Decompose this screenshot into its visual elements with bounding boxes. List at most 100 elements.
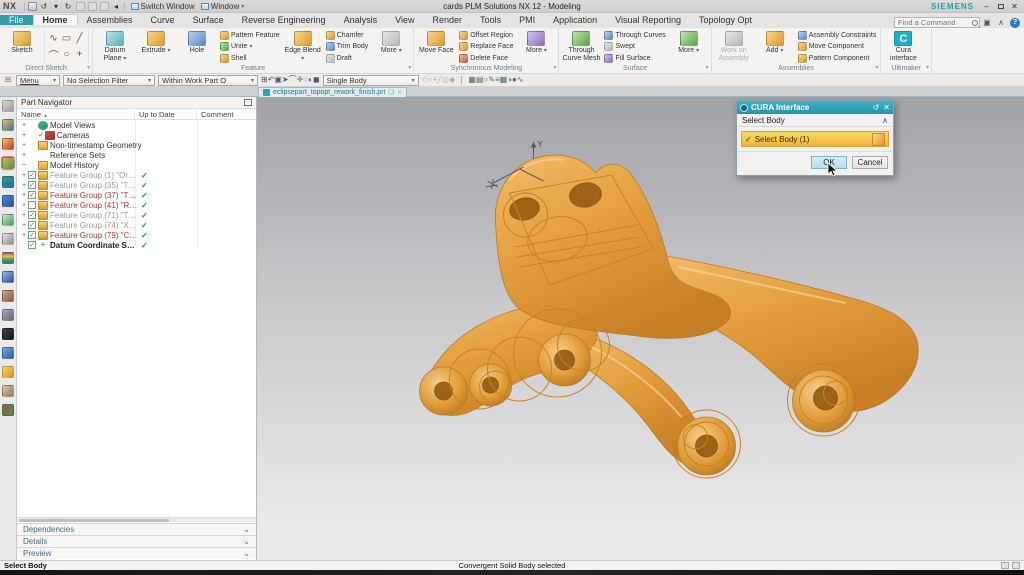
menu-button[interactable]: Menu▾ [16, 75, 60, 86]
column-header-up-to-date[interactable]: Up to Date [135, 110, 197, 119]
machining-wizard-icon[interactable] [2, 290, 14, 302]
tree-row-model-history[interactable]: − Model History [17, 160, 256, 170]
graphics-window[interactable]: Y [257, 97, 1024, 560]
tree-row-feature-group-35[interactable]: + Feature Group (35) "T… ✓ [17, 180, 256, 190]
select-body-section-header[interactable]: Select Body ∧ [737, 114, 893, 127]
constraint-navigator-icon[interactable] [2, 138, 14, 150]
new-selection-window-icon[interactable]: ▣ [274, 75, 282, 84]
expander-icon[interactable]: + [20, 152, 28, 159]
model-body[interactable] [420, 155, 919, 475]
ribbon-tab[interactable]: Tools [471, 15, 510, 25]
image-capture-icon[interactable] [2, 328, 14, 340]
expander-icon[interactable]: + [20, 192, 28, 199]
preview-section[interactable]: Preview ⌄ [17, 547, 256, 559]
ribbon-tab[interactable]: Curve [142, 15, 184, 25]
arc-tool-icon[interactable]: ⌒ [49, 47, 59, 62]
tree-row-reference-sets[interactable]: + Reference Sets [17, 150, 256, 160]
unite-button[interactable]: Unite▾ [218, 42, 282, 52]
repeat-command-icon[interactable]: ◂ [112, 2, 121, 11]
ribbon-tab[interactable]: PMI [510, 15, 544, 25]
document-tab[interactable]: eclipsepart_topopt_rework_finish.prt ❏ ✕ [258, 87, 407, 97]
touch-bar-icon[interactable]: ⊞ [3, 75, 13, 85]
ultimaker-launcher-icon[interactable]: ▾ [926, 64, 929, 73]
copy-icon[interactable] [88, 2, 97, 11]
add-component-button[interactable]: Add ▾ [755, 29, 795, 64]
ribbon-tab[interactable]: File [0, 15, 33, 25]
sketch-curve-icon[interactable] [2, 385, 14, 397]
suppress-checkbox[interactable] [28, 221, 36, 229]
quadrant-snap-icon[interactable]: ◆ [449, 75, 455, 84]
column-header-name[interactable]: Name ▲ [17, 110, 135, 119]
line-tool-icon[interactable]: ╱ [76, 33, 82, 44]
sync-launcher-icon[interactable]: ▾ [553, 64, 556, 73]
chamfer-button[interactable]: Chamfer [324, 30, 371, 40]
tree-row-feature-group-79[interactable]: + Feature Group (79) "C… ✓ [17, 230, 256, 240]
expander-icon[interactable]: + [20, 122, 28, 129]
curve-rule-icon[interactable]: ⌒ [289, 75, 297, 84]
cura-interface-button[interactable]: C Cura interface [883, 29, 923, 64]
cancel-button[interactable]: Cancel [852, 156, 888, 169]
restore-button[interactable] [994, 1, 1007, 12]
menu-bar-display-icon[interactable]: ▦ [468, 75, 476, 84]
details-section[interactable]: Details ⌄ [17, 535, 256, 547]
feature-launcher-icon[interactable]: ▾ [408, 64, 411, 73]
window-menu-button[interactable]: Window ▾ [198, 1, 247, 12]
monitor-icon[interactable] [2, 309, 14, 321]
command-finder-window-icon[interactable]: ▣ [982, 18, 992, 28]
suppress-checkbox[interactable] [28, 171, 36, 179]
sync-more-button[interactable]: More ▾ [516, 29, 556, 64]
close-button[interactable]: ✕ [1008, 1, 1021, 12]
point-tool-icon[interactable]: + [77, 49, 83, 60]
hole-button[interactable]: Hole [177, 29, 217, 64]
shell-button[interactable]: Shell [218, 53, 282, 63]
assemblies-launcher-icon[interactable]: ▾ [875, 64, 878, 73]
suppress-checkbox[interactable] [28, 211, 36, 219]
suppress-checkbox[interactable] [28, 241, 36, 249]
pattern-feature-button[interactable]: Pattern Feature [218, 30, 282, 40]
roles-icon[interactable] [2, 100, 14, 112]
trim-body-button[interactable]: Trim Body [324, 42, 371, 52]
tree-row-feature-group-71[interactable]: + Feature Group (71) "T… ✓ [17, 210, 256, 220]
work-on-assembly-button[interactable]: Work on Assembly [714, 29, 754, 64]
expander-icon[interactable]: + [20, 142, 28, 149]
history-icon[interactable] [2, 233, 14, 245]
ribbon-tab[interactable]: Application [544, 15, 606, 25]
surface-launcher-icon[interactable]: ▾ [706, 64, 709, 73]
help-icon[interactable]: ? [1010, 18, 1020, 28]
brush-icon[interactable]: ✎ [488, 75, 495, 84]
find-command-input[interactable] [894, 17, 980, 28]
expander-icon[interactable]: + [20, 132, 28, 139]
expander-icon[interactable]: − [20, 162, 28, 169]
ribbon-tab[interactable]: Analysis [335, 15, 387, 25]
nx-logo[interactable]: NX [3, 1, 17, 11]
status-icon-1[interactable] [1001, 562, 1009, 569]
dialog-close-icon[interactable]: ✕ [883, 101, 890, 114]
delete-face-button[interactable]: Delete Face [457, 53, 515, 63]
undo-dropdown-icon[interactable]: ▾ [52, 2, 61, 11]
navigator-hscrollbar[interactable] [17, 517, 256, 522]
part-navigator-icon[interactable] [2, 157, 14, 169]
pin-tab-icon[interactable]: ❏ [388, 89, 393, 96]
fill-surface-button[interactable]: Fill Surface [602, 53, 667, 63]
expander-icon[interactable]: + [20, 182, 28, 189]
solid-body-icon[interactable]: ◼ [313, 75, 320, 84]
replace-face-button[interactable]: Replace Face [457, 42, 515, 52]
ribbon-tab[interactable]: Visual Reporting [606, 15, 690, 25]
tree-row-datum-csys[interactable]: Datum Coordinate S… ✓ [17, 240, 256, 250]
sketch-button[interactable]: Sketch [2, 29, 42, 64]
materials-icon[interactable] [2, 252, 14, 264]
ribbon-tab[interactable]: Reverse Engineering [233, 15, 335, 25]
sheet-metal-icon[interactable] [2, 347, 14, 359]
knowledge-fusion-icon[interactable] [2, 214, 14, 226]
cut-icon[interactable] [76, 2, 85, 11]
draft-button[interactable]: Draft [324, 53, 371, 63]
redo-icon[interactable]: ↻ [64, 2, 73, 11]
expander-icon[interactable]: + [20, 172, 28, 179]
tree-row-feature-group-41[interactable]: + Feature Group (41) "R… ✓ [17, 200, 256, 210]
ribbon-tab[interactable]: Home [33, 14, 78, 25]
ribbon-tab[interactable]: Render [424, 15, 472, 25]
switch-window-button[interactable]: Switch Window [128, 1, 198, 12]
select-body-field[interactable]: ✓ Select Body (1) [741, 131, 889, 147]
undock-panel-icon[interactable] [244, 99, 252, 106]
minimize-button[interactable]: – [980, 1, 993, 12]
